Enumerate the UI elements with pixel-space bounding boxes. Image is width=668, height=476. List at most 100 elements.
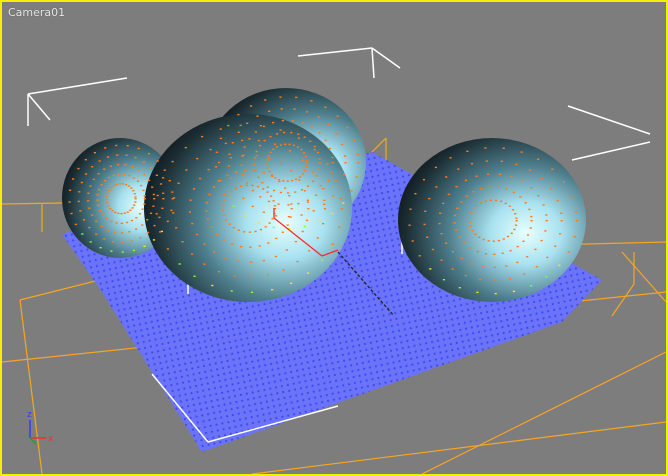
particle-dot (270, 196, 272, 197)
particle-dot (571, 195, 573, 196)
particle-dot (296, 261, 298, 262)
particle-dot (515, 218, 517, 219)
particle-dot (335, 180, 337, 181)
particle-dot (231, 243, 233, 244)
particle-dot (287, 224, 289, 225)
particle-dot (322, 223, 324, 224)
particle-dot (541, 240, 543, 241)
particle-dot (513, 192, 515, 193)
particle-dot (530, 187, 532, 188)
particle-dot (196, 158, 198, 159)
particle-dot (466, 151, 468, 152)
particle-dot (293, 108, 295, 109)
particle-dot (257, 177, 259, 178)
particle-dot (152, 206, 154, 207)
particle-dot (307, 201, 309, 202)
particle-dot (297, 134, 299, 135)
particle-dot (282, 120, 284, 121)
particle-dot (109, 208, 111, 209)
particle-dot (100, 247, 102, 248)
particle-dot (244, 146, 246, 147)
particle-dot (106, 218, 108, 219)
particle-dot (208, 169, 210, 170)
particle-dot (292, 120, 294, 121)
particle-dot (332, 244, 334, 245)
particle-dot (228, 154, 230, 155)
particle-dot (298, 138, 300, 139)
particle-dot (432, 249, 434, 250)
particle-dot (262, 188, 264, 189)
particle-dot (125, 155, 127, 156)
particle-dot (173, 197, 175, 198)
scene-canvas[interactable]: z x (2, 2, 666, 474)
particle-dot (225, 219, 227, 220)
particle-dot (344, 155, 346, 156)
particle-dot (282, 232, 284, 233)
particle-dot (512, 209, 514, 210)
particle-dot (320, 185, 322, 186)
particle-dot (253, 164, 255, 165)
particle-dot (191, 223, 193, 224)
particle-dot (488, 187, 490, 188)
particle-dot (235, 188, 237, 189)
particle-dot (310, 100, 312, 101)
particle-dot (521, 181, 523, 182)
particle-dot (129, 210, 131, 211)
particle-dot (224, 199, 226, 200)
particle-dot (315, 195, 317, 196)
viewport-label[interactable]: Camera01 (8, 6, 65, 19)
particle-dot (172, 212, 174, 213)
particle-dot (144, 195, 146, 196)
particle-dot (516, 220, 518, 221)
particle-dot (288, 195, 290, 196)
particle-dot (95, 233, 97, 234)
particle-dot (116, 222, 118, 223)
particle-dot (161, 208, 163, 209)
particle-dot (302, 122, 304, 123)
particle-dot (474, 234, 476, 235)
particle-dot (215, 166, 217, 167)
particle-dot (178, 183, 180, 184)
particle-dot (521, 151, 523, 152)
particle-dot (337, 116, 339, 117)
particle-dot (112, 241, 114, 242)
particle-dot (150, 213, 152, 214)
particle-dot (329, 148, 331, 149)
particle-dot (233, 227, 235, 228)
particle-dot (488, 240, 490, 241)
particle-dot (104, 180, 106, 181)
camera-viewport[interactable]: Camera01 z x (0, 0, 668, 476)
particle-dot (290, 132, 292, 133)
particle-dot (485, 253, 487, 254)
particle-dot (75, 224, 77, 225)
particle-dot (280, 192, 282, 193)
particle-dot (172, 161, 174, 162)
particle-dot (498, 240, 500, 241)
particle-dot (104, 147, 106, 148)
particle-dot (319, 158, 321, 159)
particle-dot (301, 189, 303, 190)
particle-dot (263, 172, 265, 173)
particle-dot (153, 239, 155, 240)
particle-dot (439, 223, 441, 224)
particle-dot (271, 174, 273, 175)
particle-dot (103, 238, 105, 239)
particle-dot (181, 241, 183, 242)
particle-dot (157, 195, 159, 196)
particle-dot (507, 236, 509, 237)
particle-dot (557, 200, 559, 201)
particle-dot (460, 201, 462, 202)
particle-dot (97, 194, 99, 195)
particle-dot (273, 200, 275, 201)
particle-dot (96, 200, 98, 201)
particle-dot (463, 242, 465, 243)
particle-dot (541, 178, 543, 179)
particle-dot (167, 221, 169, 222)
particle-dot (342, 202, 344, 203)
particle-dot (148, 180, 150, 181)
particle-dot (519, 196, 521, 197)
particle-dot (143, 203, 145, 204)
particle-dot (318, 169, 320, 170)
particle-dot (325, 140, 327, 141)
particle-dot (220, 138, 222, 139)
